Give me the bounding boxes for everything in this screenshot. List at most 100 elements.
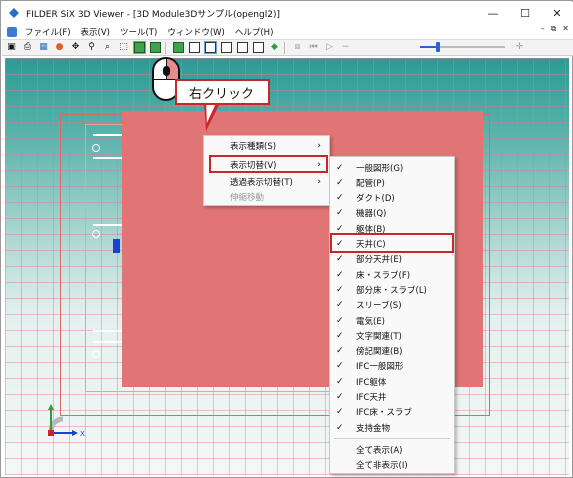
- move-icon[interactable]: ✥: [69, 42, 82, 54]
- submenu-item-label: IFC一般図形: [356, 362, 404, 373]
- x-axis-arrow: [72, 430, 78, 436]
- pipe-marker: [92, 144, 100, 152]
- menu-view[interactable]: 表示(V): [76, 26, 115, 38]
- print-icon[interactable]: ⎙: [21, 42, 34, 54]
- menu-window[interactable]: ウィンドウ(W): [162, 26, 230, 38]
- submenu-item[interactable]: ✓ 配管(P): [330, 175, 454, 190]
- submenu-item[interactable]: ✓ 文字関連(T): [330, 328, 454, 343]
- minimize-button[interactable]: —: [477, 2, 509, 24]
- menu-help[interactable]: ヘルプ(H): [230, 26, 279, 38]
- zoom-slider-thumb[interactable]: [436, 42, 440, 52]
- record-icon[interactable]: ⧈: [291, 42, 304, 54]
- submenu-item[interactable]: ✓ 一般図形(G): [330, 160, 454, 175]
- display-toggle-submenu: ✓ 一般図形(G) ✓ 配管(P) ✓ ダクト(D) ✓ 機器(Q) ✓ 躯体(B) ✓ 天井(C) ✓…: [329, 156, 455, 474]
- 3d-viewport[interactable]: X: [5, 58, 569, 475]
- checkmark-icon: ✓: [336, 193, 344, 204]
- cube-wire-icon[interactable]: [220, 42, 233, 54]
- context-menu-item-transparency-toggle[interactable]: 透過表示切替(T) ›: [204, 174, 329, 189]
- y-axis-arrow: [48, 404, 54, 410]
- submenu-item[interactable]: ✓ IFC躯体: [330, 374, 454, 389]
- submenu-item[interactable]: ✓ 機器(Q): [330, 206, 454, 221]
- submenu-item[interactable]: ✓ 床・スラブ(F): [330, 267, 454, 282]
- cube-wire-icon[interactable]: [252, 42, 265, 54]
- submenu-item-label: 一般図形(G): [356, 163, 404, 174]
- submenu-item-show-all[interactable]: 全て表示(A): [330, 442, 454, 457]
- checkmark-icon: ✓: [336, 300, 344, 311]
- x-axis-label: X: [80, 430, 85, 438]
- submenu-item-label: 全て非表示(I): [356, 461, 408, 472]
- menu-item-label: 透過表示切替(T): [230, 177, 293, 188]
- document-icon[interactable]: [7, 26, 17, 37]
- close-button[interactable]: ✕: [541, 2, 573, 24]
- right-click-callout: 右クリック: [175, 79, 270, 105]
- cube-white-icon[interactable]: [188, 42, 201, 54]
- play-icon[interactable]: ▷: [323, 42, 336, 54]
- checkmark-icon: ✓: [336, 177, 344, 188]
- submenu-item-label: 部分床・スラブ(L): [356, 285, 427, 296]
- zoom-icon[interactable]: ⚲: [85, 42, 98, 54]
- submenu-item-label: 機器(Q): [356, 209, 387, 220]
- camera-icon[interactable]: ▣: [5, 42, 18, 54]
- menu-bar: ファイル(F) 表示(V) ツール(T) ウィンドウ(W) ヘルプ(H) – ⧉…: [2, 24, 573, 39]
- submenu-item-label: IFC床・スラブ: [356, 408, 412, 419]
- checkmark-icon: ✓: [336, 208, 344, 219]
- context-menu-item-stretch-move: 伸縮移動: [204, 189, 329, 204]
- checkmark-icon: ✓: [336, 361, 344, 372]
- step-back-icon[interactable]: ⏮: [307, 42, 320, 54]
- zoom-in-icon[interactable]: ✛: [513, 42, 526, 54]
- submenu-item-label: ダクト(D): [356, 194, 395, 205]
- axis-gizmo: X: [48, 404, 85, 438]
- cube-green-icon[interactable]: [172, 42, 185, 54]
- submenu-item-label: 傍記関連(B): [356, 347, 403, 358]
- pipe-marker: [92, 350, 100, 358]
- menu-item-label: 表示種類(S): [230, 141, 277, 152]
- mdi-restore-button[interactable]: ⧉: [551, 24, 557, 34]
- mdi-minimize-button[interactable]: –: [541, 24, 545, 34]
- cube-green-icon[interactable]: [149, 42, 162, 54]
- menu-item-label: 伸縮移動: [230, 192, 265, 203]
- mdi-close-button[interactable]: ✕: [562, 24, 569, 34]
- submenu-item-label: 電気(E): [356, 316, 386, 327]
- select-icon[interactable]: ⬚: [117, 42, 130, 54]
- window-title: FILDER SiX 3D Viewer - [3D Module3Dサンプル(…: [26, 9, 280, 20]
- submenu-item[interactable]: ✓ IFC床・スラブ: [330, 405, 454, 420]
- menu-tools[interactable]: ツール(T): [115, 26, 162, 38]
- app-logo-icon: [8, 7, 20, 19]
- zoom-window-icon[interactable]: ⌕: [101, 42, 114, 54]
- cube-green-icon[interactable]: [133, 41, 146, 54]
- context-menu-item-display-type[interactable]: 表示種類(S) ›: [204, 138, 329, 153]
- submenu-item[interactable]: ✓ ダクト(D): [330, 191, 454, 206]
- gem-green-icon[interactable]: ◆: [268, 42, 281, 54]
- submenu-item[interactable]: ✓ 部分床・スラブ(L): [330, 282, 454, 297]
- zoom-slider[interactable]: [420, 42, 505, 52]
- menu-file[interactable]: ファイル(F): [20, 26, 76, 38]
- submenu-item[interactable]: ✓ スリーブ(S): [330, 298, 454, 313]
- submenu-item-label: 部分天井(E): [356, 255, 403, 266]
- table-icon[interactable]: ▦: [37, 42, 50, 54]
- submenu-item-label: 文字関連(T): [356, 331, 402, 342]
- app-window: FILDER SiX 3D Viewer - [3D Module3Dサンプル(…: [0, 0, 573, 478]
- submenu-item[interactable]: ✓ 電気(E): [330, 313, 454, 328]
- submenu-item[interactable]: ✓ 支持金物: [330, 420, 454, 435]
- submenu-item[interactable]: ✓ IFC一般図形: [330, 359, 454, 374]
- checkmark-icon: ✓: [336, 269, 344, 280]
- cube-white-icon[interactable]: [204, 41, 217, 54]
- pipe-marker: [92, 230, 100, 238]
- submenu-item[interactable]: ✓ 部分天井(E): [330, 252, 454, 267]
- maximize-button[interactable]: ☐: [509, 2, 541, 24]
- submenu-item[interactable]: ✓ IFC天井: [330, 390, 454, 405]
- submenu-item-label: 配管(P): [356, 178, 385, 189]
- paint-icon[interactable]: ●: [53, 42, 66, 54]
- zoom-out-icon[interactable]: −: [339, 42, 352, 54]
- title-bar: FILDER SiX 3D Viewer - [3D Module3Dサンプル(…: [2, 2, 573, 24]
- cube-wire-icon[interactable]: [236, 42, 249, 54]
- checkmark-icon: ✓: [336, 407, 344, 418]
- submenu-item-label: 全て表示(A): [356, 445, 403, 456]
- checkmark-icon: ✓: [336, 330, 344, 341]
- submenu-item-hide-all[interactable]: 全て非表示(I): [330, 458, 454, 473]
- submenu-item-label: IFC躯体: [356, 377, 387, 388]
- checkmark-icon: ✓: [336, 376, 344, 387]
- submenu-item-label: IFC天井: [356, 393, 387, 403]
- highlight-ceiling-item: [330, 233, 454, 253]
- submenu-item[interactable]: ✓ 傍記関連(B): [330, 344, 454, 359]
